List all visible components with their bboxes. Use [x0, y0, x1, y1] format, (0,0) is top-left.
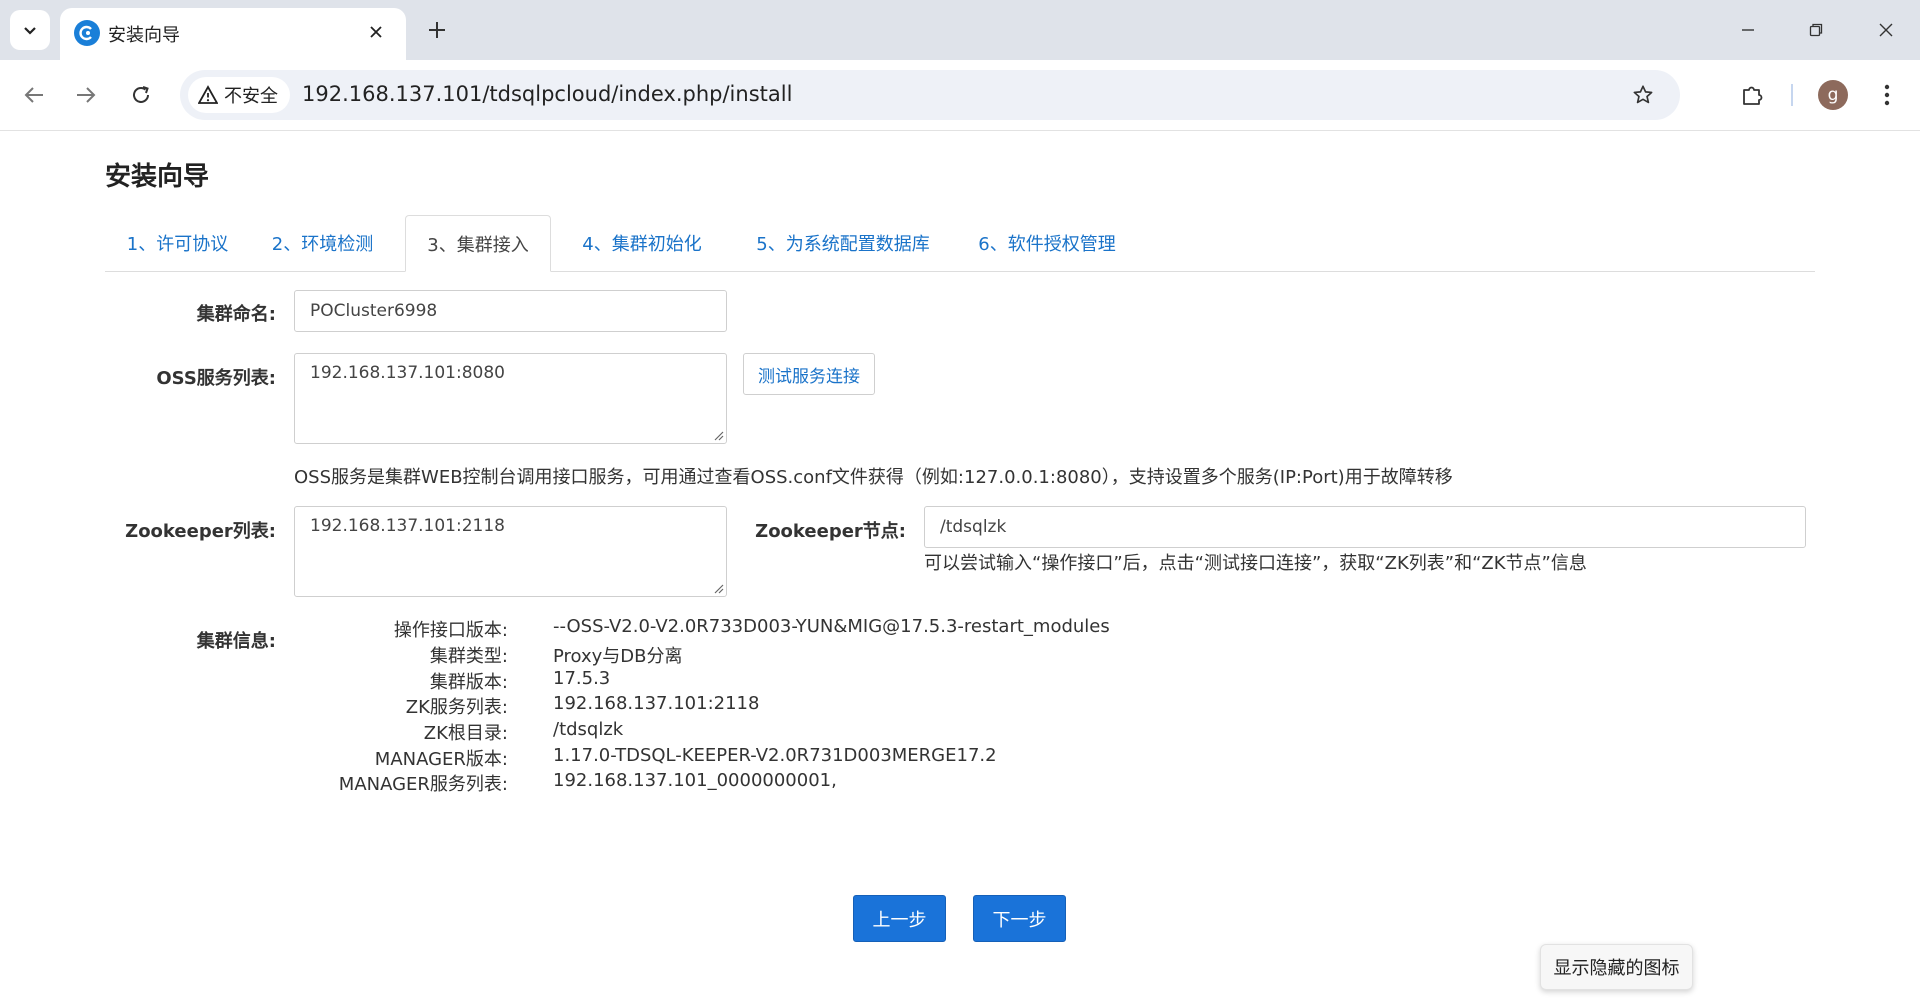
tab-environment-check[interactable]: 2、环境检测: [250, 215, 395, 271]
restore-window-button[interactable]: [1796, 12, 1836, 48]
tab-cluster-init[interactable]: 4、集群初始化: [557, 215, 727, 271]
close-icon: [1879, 23, 1893, 37]
back-button[interactable]: [14, 75, 54, 115]
arrow-left-icon: [24, 87, 43, 103]
info-key-zk-service-list: ZK服务列表:: [405, 697, 508, 718]
test-service-connection-button[interactable]: 测试服务连接: [743, 353, 875, 395]
minimize-window-button[interactable]: [1728, 12, 1768, 48]
oss-help-text: OSS服务是集群WEB控制台调用接口服务，可用通过查看OSS.conf文件获得（…: [294, 467, 1453, 488]
arrow-right-icon: [77, 87, 96, 103]
info-value-manager-service-list: 192.168.137.101_0000000001,: [553, 770, 837, 791]
tab-search-dropdown[interactable]: [10, 10, 50, 50]
plus-icon: [429, 22, 445, 38]
zookeeper-node-input[interactable]: /tdsqlzk: [924, 506, 1806, 548]
show-hidden-icons-tooltip: 显示隐藏的图标: [1540, 944, 1693, 990]
tab-title: 安装向导: [108, 25, 180, 46]
oss-list-textarea[interactable]: 192.168.137.101:8080: [294, 353, 727, 444]
info-value-cluster-type: Proxy与DB分离: [553, 646, 683, 667]
extensions-button[interactable]: [1733, 76, 1771, 114]
warning-triangle-icon: [198, 85, 218, 104]
address-bar[interactable]: 不安全 192.168.137.101/tdsqlpcloud/index.ph…: [180, 70, 1680, 120]
puzzle-icon: [1743, 86, 1763, 105]
url-text[interactable]: 192.168.137.101/tdsqlpcloud/index.php/in…: [302, 82, 792, 106]
chevron-down-icon: [24, 27, 36, 35]
zookeeper-list-textarea[interactable]: 192.168.137.101:2118: [294, 506, 727, 597]
profile-avatar[interactable]: g: [1818, 80, 1848, 110]
tab-license-agreement[interactable]: 1、许可协议: [105, 215, 250, 271]
minimize-icon: [1742, 29, 1754, 31]
browser-menu-button[interactable]: [1868, 76, 1906, 114]
more-vertical-icon: [1884, 84, 1890, 106]
zookeeper-list-value: 192.168.137.101:2118: [310, 516, 505, 536]
cluster-name-label: 集群命名:: [196, 304, 276, 325]
star-icon: [1633, 85, 1653, 104]
info-value-zk-service-list: 192.168.137.101:2118: [553, 693, 760, 714]
security-label: 不安全: [224, 86, 278, 107]
reload-button[interactable]: [121, 75, 161, 115]
oss-list-label: OSS服务列表:: [156, 368, 276, 389]
site-favicon-icon: [74, 20, 100, 46]
info-value-interface-version: --OSS-V2.0-V2.0R733D003-YUN&MIG@17.5.3-r…: [553, 616, 1110, 637]
bookmark-button[interactable]: [1628, 80, 1658, 110]
page-title: 安装向导: [105, 162, 210, 192]
cluster-info-label: 集群信息:: [196, 631, 276, 652]
tab-system-database[interactable]: 5、为系统配置数据库: [735, 215, 951, 271]
resize-grip-icon[interactable]: [712, 582, 724, 594]
browser-tab-strip: 安装向导: [0, 0, 1920, 60]
info-key-zk-root: ZK根目录:: [423, 723, 508, 744]
zookeeper-node-label: Zookeeper节点:: [755, 521, 906, 542]
forward-button[interactable]: [66, 75, 106, 115]
browser-toolbar: 不安全 192.168.137.101/tdsqlpcloud/index.ph…: [0, 60, 1920, 131]
resize-grip-icon[interactable]: [712, 429, 724, 441]
info-key-cluster-version: 集群版本:: [429, 672, 508, 693]
info-key-manager-service-list: MANAGER服务列表:: [338, 774, 508, 795]
next-step-button[interactable]: 下一步: [973, 895, 1066, 942]
zookeeper-help-text: 可以尝试输入“操作接口”后，点击“测试接口连接”，获取“ZK列表”和“ZK节点”…: [924, 553, 1587, 574]
close-icon: [370, 26, 382, 38]
info-key-manager-version: MANAGER版本:: [374, 749, 508, 770]
security-indicator[interactable]: 不安全: [188, 77, 290, 113]
tab-cluster-access[interactable]: 3、集群接入: [405, 215, 551, 272]
info-key-cluster-type: 集群类型:: [429, 646, 508, 667]
restore-icon: [1809, 23, 1823, 37]
oss-list-value: 192.168.137.101:8080: [310, 363, 505, 383]
info-value-manager-version: 1.17.0-TDSQL-KEEPER-V2.0R731D003MERGE17.…: [553, 745, 997, 766]
reload-icon: [133, 86, 149, 103]
close-window-button[interactable]: [1866, 12, 1906, 48]
toolbar-separator: [1791, 84, 1793, 106]
wizard-tabs: 1、许可协议 2、环境检测 3、集群接入 4、集群初始化 5、为系统配置数据库 …: [105, 215, 1815, 272]
info-value-cluster-version: 17.5.3: [553, 668, 611, 689]
zookeeper-list-label: Zookeeper列表:: [125, 521, 276, 542]
info-value-zk-root: /tdsqlzk: [553, 719, 624, 740]
info-key-interface-version: 操作接口版本:: [393, 620, 508, 641]
prev-step-button[interactable]: 上一步: [853, 895, 946, 942]
new-tab-button[interactable]: [420, 13, 454, 47]
tab-close-button[interactable]: [362, 18, 390, 46]
tab-software-license[interactable]: 6、软件授权管理: [962, 215, 1132, 271]
browser-tab-active[interactable]: 安装向导: [60, 8, 406, 60]
cluster-name-input[interactable]: POCluster6998: [294, 290, 727, 332]
